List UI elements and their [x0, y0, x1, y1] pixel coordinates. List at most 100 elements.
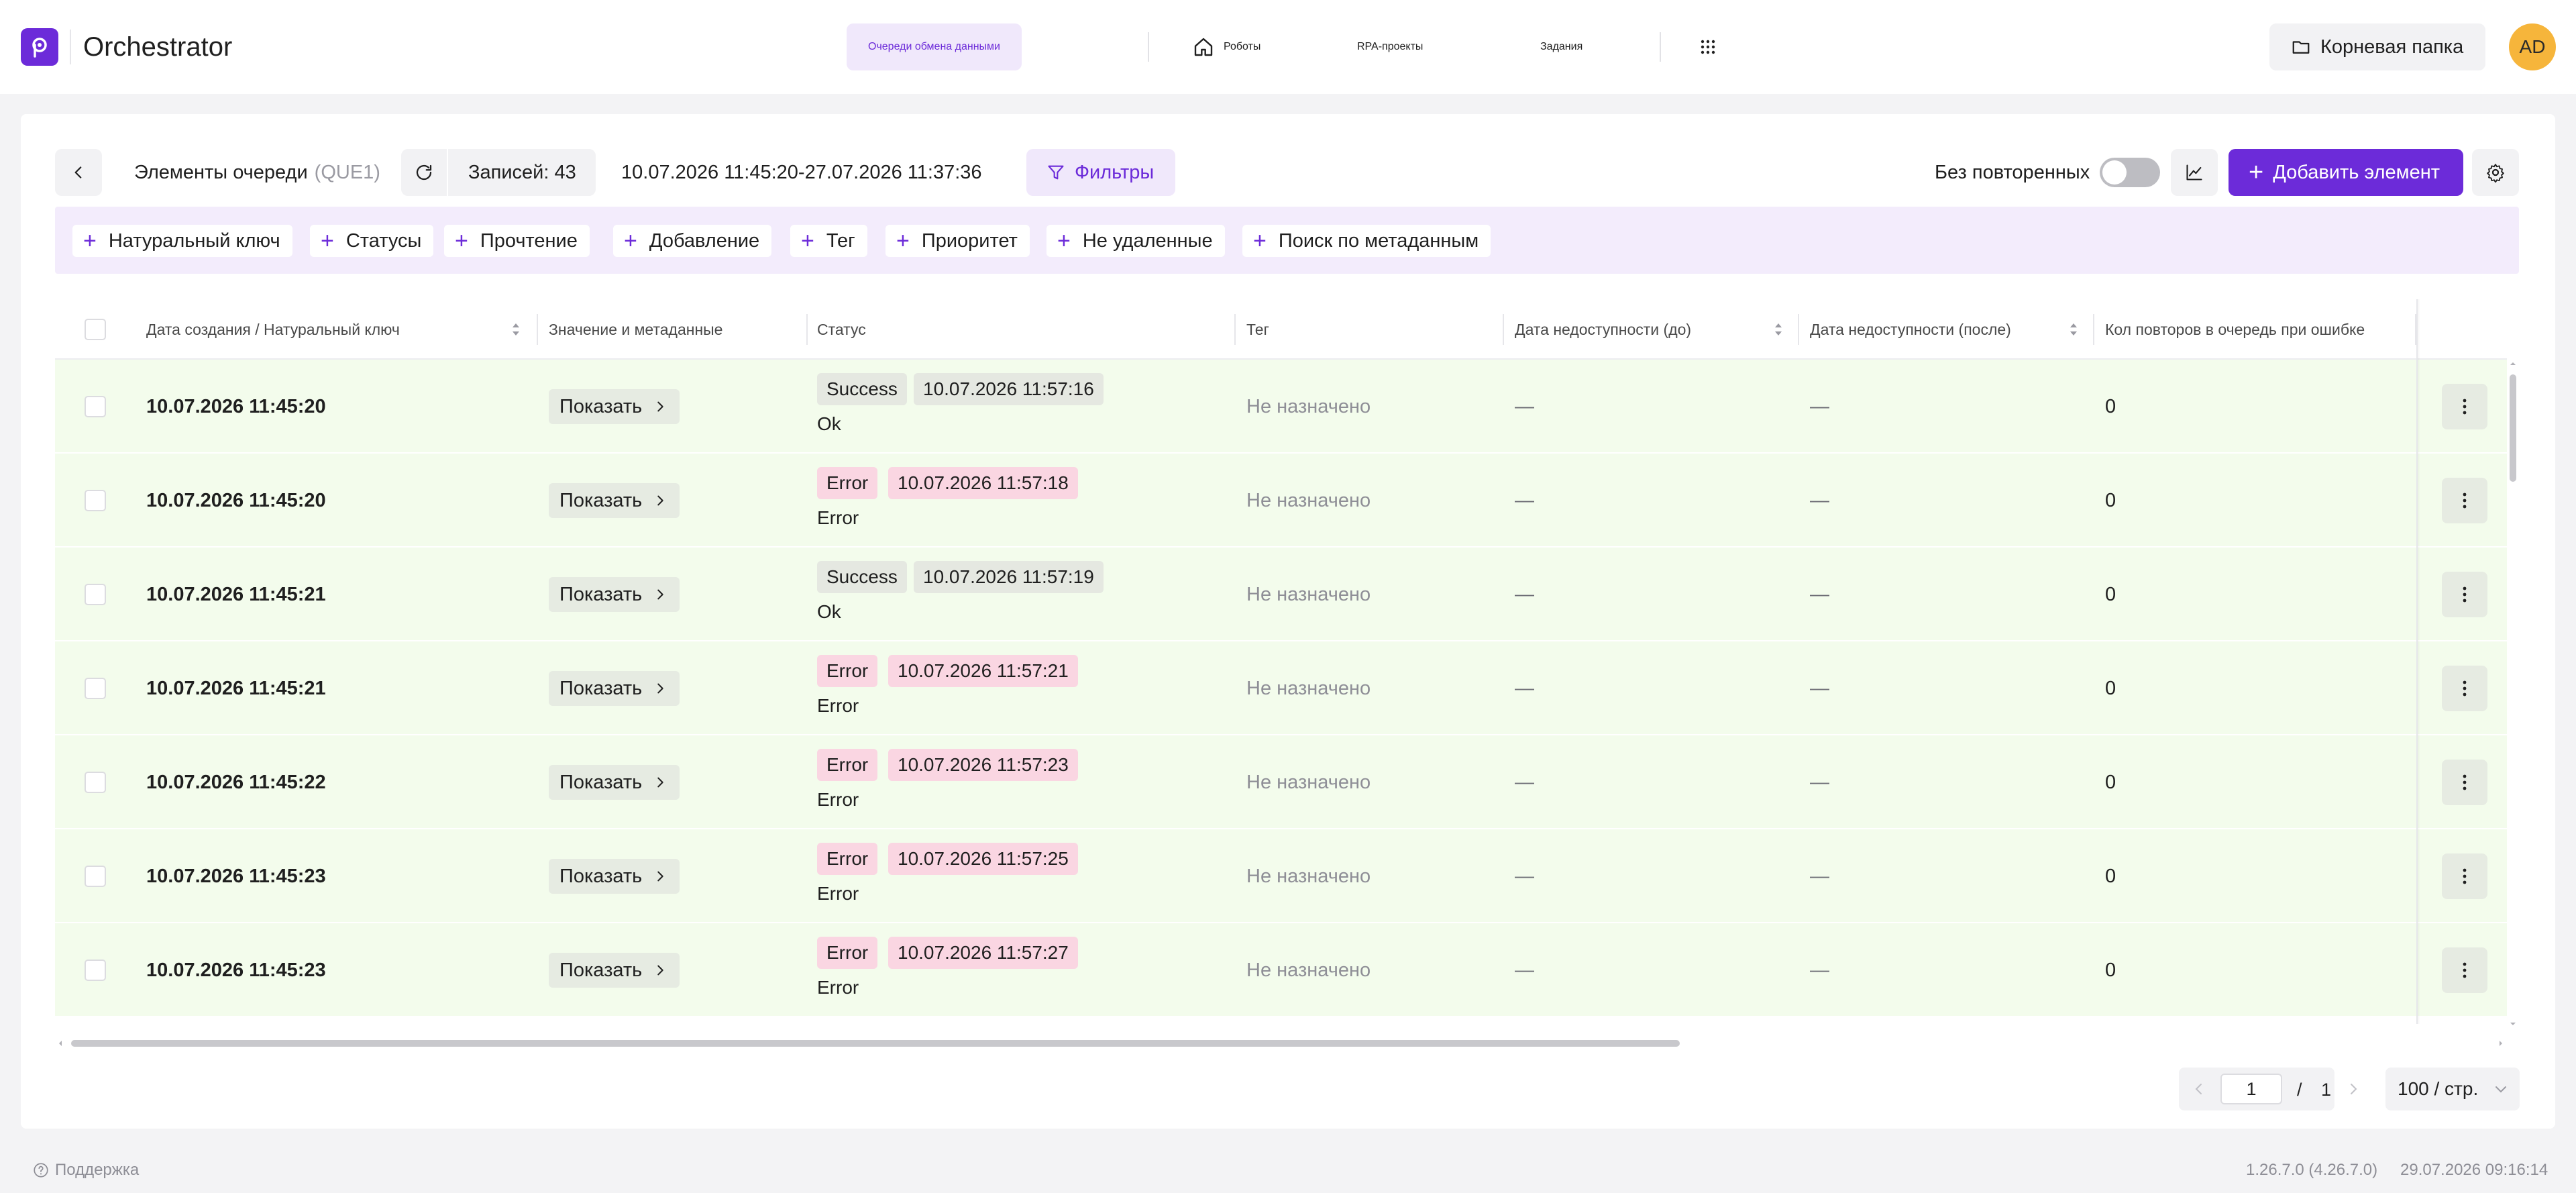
- scroll-left-icon[interactable]: [56, 1039, 64, 1047]
- filters-button[interactable]: Фильтры: [1026, 149, 1176, 196]
- created-date[interactable]: 10.07.2026 11:45:21: [146, 548, 326, 641]
- row-actions-button[interactable]: [2442, 384, 2487, 429]
- plus-icon: +: [896, 228, 910, 254]
- filter-chip-tag[interactable]: + Тег: [790, 225, 867, 257]
- row-actions-button[interactable]: [2442, 572, 2487, 617]
- vertical-scroll-thumb[interactable]: [2510, 374, 2516, 482]
- column-header-unavailable-before[interactable]: Дата недоступности (до): [1504, 299, 1691, 360]
- nav-tab-queues[interactable]: Очереди обмена данными: [847, 23, 1022, 70]
- settings-button[interactable]: [2472, 149, 2519, 196]
- no-duplicates-toggle[interactable]: [2100, 158, 2160, 187]
- nav-tab-jobs[interactable]: Задания: [1540, 23, 1582, 70]
- created-date[interactable]: 10.07.2026 11:45:21: [146, 641, 326, 735]
- back-button[interactable]: [55, 149, 102, 196]
- row-actions-button[interactable]: [2442, 853, 2487, 899]
- show-value-button[interactable]: Показать: [549, 765, 680, 800]
- add-element-button[interactable]: + Добавить элемент: [2229, 149, 2463, 196]
- show-value-button[interactable]: Показать: [549, 859, 680, 894]
- support-link[interactable]: Поддержка: [32, 1157, 139, 1184]
- row-checkbox[interactable]: [85, 396, 106, 417]
- sort-icon[interactable]: [510, 319, 522, 340]
- refresh-button[interactable]: [401, 149, 448, 196]
- created-date[interactable]: 10.07.2026 11:45:22: [146, 735, 326, 829]
- column-header-retries: Кол повторов в очередь при ошибке: [2105, 320, 2365, 338]
- row-checkbox[interactable]: [85, 772, 106, 793]
- unavailable-before-value: —: [1515, 959, 1534, 981]
- created-date[interactable]: 10.07.2026 11:45:23: [146, 923, 326, 1017]
- select-all-checkbox[interactable]: [85, 319, 106, 340]
- unavailable-after-value: —: [1810, 489, 1829, 511]
- table-row[interactable]: 10.07.2026 11:45:22 Показать Error 10.07.20…: [55, 735, 2507, 829]
- filter-chip-natural-key[interactable]: + Натуральный ключ: [72, 225, 292, 257]
- tag-value: Не назначено: [1246, 395, 1371, 417]
- row-checkbox[interactable]: [85, 678, 106, 699]
- chart-button[interactable]: [2171, 149, 2218, 196]
- sort-icon[interactable]: [2068, 319, 2080, 340]
- unavailable-after-value: —: [1810, 395, 1829, 417]
- filter-chip-label: Статусы: [345, 229, 422, 252]
- scroll-right-icon[interactable]: [2497, 1039, 2505, 1047]
- column-header-created[interactable]: Дата создания / Натуральный ключ: [136, 299, 400, 360]
- row-checkbox[interactable]: [85, 959, 106, 981]
- filter-chip-not-deleted[interactable]: + Не удаленные: [1046, 225, 1225, 257]
- table-row[interactable]: 10.07.2026 11:45:20 Показать Error 10.07.20…: [55, 454, 2507, 548]
- status-badge: Success: [817, 373, 907, 405]
- show-value-button[interactable]: Показать: [549, 389, 680, 424]
- filter-chip-statuses[interactable]: + Статусы: [310, 225, 434, 257]
- show-value-button[interactable]: Показать: [549, 953, 680, 988]
- row-checkbox[interactable]: [85, 490, 106, 511]
- filter-chip-added[interactable]: + Добавление: [613, 225, 772, 257]
- sort-icon[interactable]: [1772, 319, 1784, 340]
- show-value-button[interactable]: Показать: [549, 671, 680, 706]
- page-title-text: Элементы очереди: [134, 161, 308, 183]
- unavailable-before-value: —: [1515, 395, 1534, 417]
- page-number-input[interactable]: 1: [2220, 1074, 2282, 1104]
- created-date[interactable]: 10.07.2026 11:45:20: [146, 360, 326, 454]
- unavailable-after-value: —: [1810, 865, 1829, 887]
- column-header-unavailable-after[interactable]: Дата недоступности (после): [1799, 299, 2011, 360]
- root-folder-button[interactable]: Корневая папка: [2269, 23, 2485, 70]
- filter-chip-read[interactable]: + Прочтение: [444, 225, 590, 257]
- created-date[interactable]: 10.07.2026 11:45:20: [146, 454, 326, 548]
- row-actions-button[interactable]: [2442, 947, 2487, 993]
- table-row[interactable]: 10.07.2026 11:45:23 Показать Error 10.07.20…: [55, 923, 2507, 1017]
- row-actions-button[interactable]: [2442, 666, 2487, 711]
- chevron-right-icon: [657, 777, 663, 788]
- scroll-up-icon[interactable]: [2509, 360, 2517, 368]
- created-date[interactable]: 10.07.2026 11:45:23: [146, 829, 326, 923]
- status-message: Error: [817, 789, 859, 810]
- apps-grid-icon[interactable]: [1695, 23, 1721, 70]
- home-icon: [1194, 38, 1213, 56]
- table-row[interactable]: 10.07.2026 11:45:20 Показать Success 10.07.…: [55, 360, 2507, 454]
- retries-value: 0: [2105, 959, 2116, 981]
- table-row[interactable]: 10.07.2026 11:45:21 Показать Error 10.07.20…: [55, 641, 2507, 735]
- prev-page-icon[interactable]: [2191, 1080, 2207, 1098]
- row-actions-button[interactable]: [2442, 478, 2487, 523]
- nav-tab-projects[interactable]: RPA-проекты: [1357, 23, 1423, 70]
- table-row[interactable]: 10.07.2026 11:45:23 Показать Error 10.07.20…: [55, 829, 2507, 923]
- date-range[interactable]: 10.07.2026 11:45:20-27.07.2026 11:37:36: [621, 149, 982, 196]
- filter-chips-bar: + Натуральный ключ + Статусы + Прочтение + Д…: [55, 207, 2519, 274]
- next-page-icon[interactable]: [2345, 1080, 2361, 1098]
- table-row[interactable]: 10.07.2026 11:45:21 Показать Success 10.07.…: [55, 548, 2507, 641]
- tag-value: Не назначено: [1246, 959, 1371, 981]
- page-size-select[interactable]: 100 / стр.: [2385, 1068, 2520, 1110]
- scroll-down-icon[interactable]: [2509, 1020, 2517, 1028]
- row-actions-button[interactable]: [2442, 760, 2487, 805]
- filter-chip-priority[interactable]: + Приоритет: [885, 225, 1030, 257]
- row-checkbox[interactable]: [85, 866, 106, 887]
- horizontal-scrollbar[interactable]: [55, 1037, 2507, 1049]
- row-checkbox[interactable]: [85, 584, 106, 605]
- show-value-button[interactable]: Показать: [549, 577, 680, 612]
- nav-tab-robots[interactable]: Роботы: [1193, 23, 1260, 70]
- status-badge: Error: [817, 655, 878, 687]
- app-logo-icon[interactable]: [21, 28, 58, 66]
- status-badge: Error: [817, 937, 878, 969]
- user-avatar[interactable]: AD: [2509, 23, 2556, 70]
- column-header-value: Значение и метаданные: [549, 320, 723, 338]
- unavailable-before-value: —: [1515, 489, 1534, 511]
- filter-chip-metadata-search[interactable]: + Поиск по метаданным: [1242, 225, 1491, 257]
- show-value-button[interactable]: Показать: [549, 483, 680, 518]
- vertical-scrollbar[interactable]: [2507, 360, 2519, 1031]
- horizontal-scroll-thumb[interactable]: [71, 1040, 1680, 1047]
